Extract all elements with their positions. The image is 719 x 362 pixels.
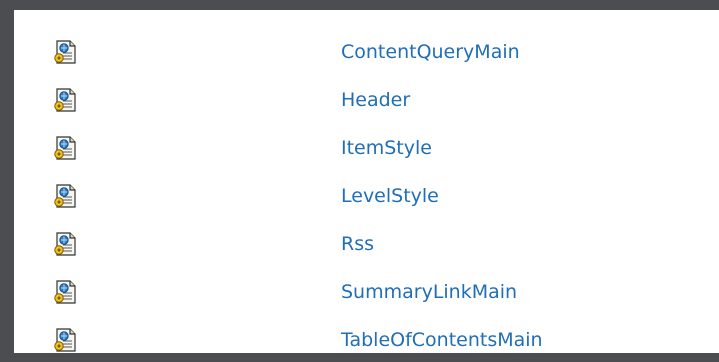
xsl-file-icon[interactable] [53, 88, 79, 112]
list-item: Header [14, 74, 719, 122]
xsl-file-icon[interactable] [53, 328, 79, 352]
list-item: TableOfContentsMain [14, 314, 719, 362]
file-list: ContentQueryMain Header ItemStyle LevelS… [14, 10, 719, 353]
file-link[interactable]: SummaryLinkMain [341, 280, 517, 304]
file-link[interactable]: ItemStyle [341, 136, 432, 160]
list-item: ItemStyle [14, 122, 719, 170]
file-link[interactable]: Rss [341, 232, 374, 256]
list-item: LevelStyle [14, 170, 719, 218]
xsl-file-icon[interactable] [53, 136, 79, 160]
list-item: ContentQueryMain [14, 26, 719, 74]
xsl-file-icon[interactable] [53, 280, 79, 304]
file-link[interactable]: TableOfContentsMain [341, 328, 543, 352]
xsl-file-icon[interactable] [53, 40, 79, 64]
list-item: SummaryLinkMain [14, 266, 719, 314]
file-link[interactable]: Header [341, 88, 410, 112]
list-item: Rss [14, 218, 719, 266]
xsl-file-icon[interactable] [53, 184, 79, 208]
file-link[interactable]: ContentQueryMain [341, 40, 520, 64]
file-link[interactable]: LevelStyle [341, 184, 439, 208]
xsl-file-icon[interactable] [53, 232, 79, 256]
